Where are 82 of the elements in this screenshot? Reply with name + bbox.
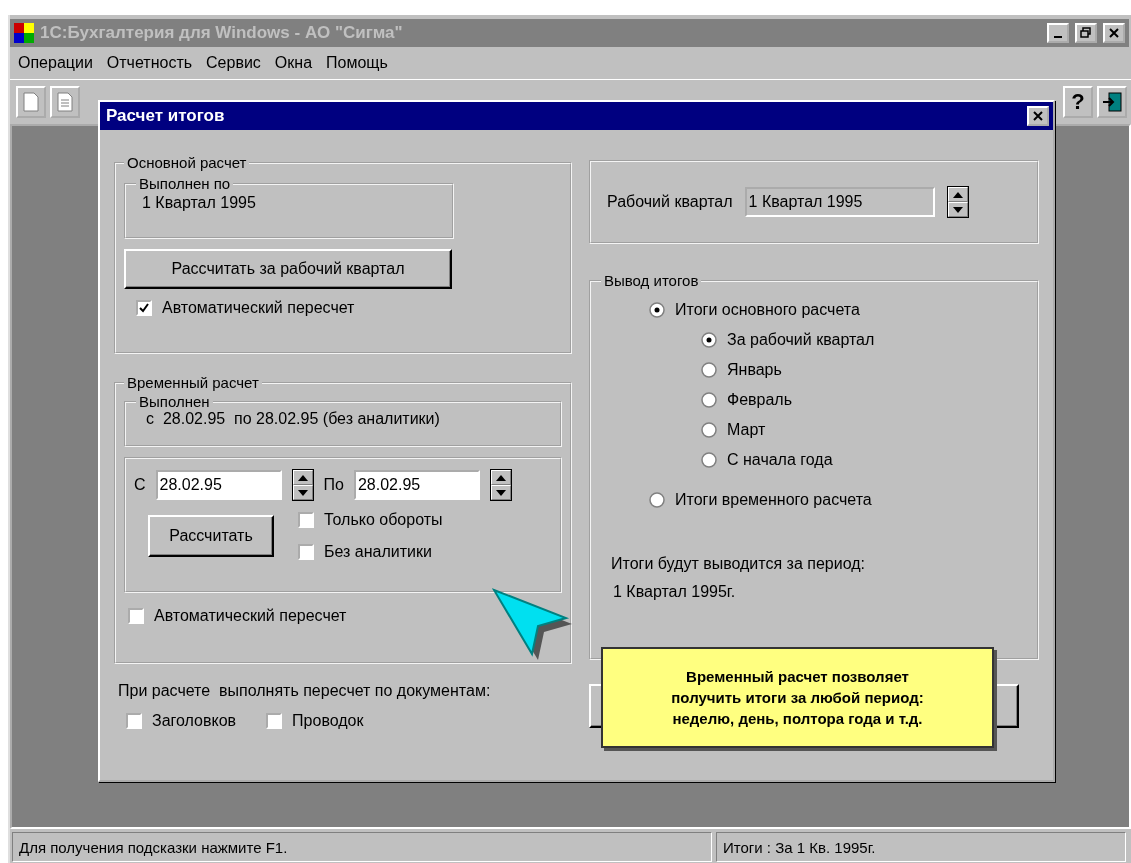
exit-button[interactable] [1097, 86, 1127, 118]
checkbox[interactable] [128, 608, 144, 624]
date-field[interactable]: 28.02.95 [353, 470, 480, 500]
status-text: Для получения подсказки нажмите F1. [12, 832, 712, 862]
radio-label: Февраль [727, 391, 793, 409]
group-title: Выполнен [138, 393, 211, 410]
checkbox[interactable] [136, 300, 152, 316]
radio-button[interactable] [701, 332, 717, 348]
up-triangle-icon [495, 474, 506, 481]
radio-label: Январь [727, 361, 782, 379]
spin-button[interactable] [946, 186, 969, 218]
dialog-title: Расчет итогов [106, 106, 226, 126]
menu-item[interactable]: Сервис [206, 54, 261, 72]
radio-button[interactable] [701, 392, 717, 408]
close-button[interactable] [1027, 106, 1049, 126]
checkbox-label: Без аналитики [324, 543, 432, 561]
status-value: с 28.02.95 по 28.02.95 (без аналитики) [145, 410, 441, 428]
radio-button[interactable] [701, 422, 717, 438]
checkbox[interactable] [298, 544, 314, 560]
tooltip-text: неделю, день, полтора года и т.д. [672, 709, 923, 729]
status-value: 1 Квартал 1995 [141, 193, 257, 213]
recalc-label: При расчете выполнять пересчет по документам: [117, 681, 492, 701]
checkbox-label: Автоматический пересчет [162, 299, 355, 317]
tooltip-text: Временный расчет позволяет [686, 667, 909, 687]
radio-label: Март [727, 421, 766, 439]
radio-button[interactable] [649, 302, 665, 318]
restore-icon [1080, 27, 1092, 39]
checkbox-label: Проводок [292, 712, 364, 730]
app-logo-icon [14, 23, 34, 43]
checkbox[interactable] [266, 713, 283, 729]
group-title: Вывод итогов [603, 272, 700, 289]
checkbox-label: Заголовков [152, 712, 237, 730]
quarter-field[interactable]: 1 Квартал 1995 [744, 187, 935, 217]
down-triangle-icon [952, 206, 963, 213]
window-title: 1С:Бухгалтерия для Windows - АО "Сигма" [40, 23, 404, 43]
close-button[interactable] [1103, 23, 1125, 43]
exit-icon [1101, 91, 1123, 113]
group-title: Выполнен по [138, 175, 232, 192]
radio-label: Итоги основного расчета [675, 301, 860, 319]
down-triangle-icon [297, 489, 308, 496]
group-title: Временный расчет [126, 374, 260, 391]
menu-item[interactable]: Операции [18, 54, 93, 72]
checkbox-label: Только обороты [324, 511, 443, 529]
field-label: Рабочий квартал [607, 193, 733, 211]
group-title: Основной расчет [126, 154, 248, 171]
radio-label: С начала года [727, 451, 833, 469]
field-label: С [134, 476, 146, 494]
calculate-quarter-button[interactable]: Рассчитать за рабочий квартал [124, 249, 452, 289]
close-icon [1109, 28, 1119, 38]
close-icon [1033, 111, 1043, 121]
status-text: Итоги : За 1 Кв. 1995г. [716, 832, 1126, 862]
document-icon [23, 92, 39, 112]
down-triangle-icon [495, 489, 506, 496]
new-document-button[interactable] [16, 86, 46, 118]
minimize-icon [1054, 36, 1062, 38]
text-document-icon [57, 92, 73, 112]
restore-button[interactable] [1075, 23, 1097, 43]
radio-label: За рабочий квартал [727, 331, 875, 349]
menu-item[interactable]: Отчетность [106, 54, 193, 72]
period-value: 1 Квартал 1995г. [612, 582, 737, 602]
check-icon [139, 303, 149, 313]
radio-button[interactable] [701, 452, 717, 468]
radio-button[interactable] [701, 362, 717, 378]
menu-item[interactable]: Окна [274, 54, 313, 72]
calculate-button[interactable]: Рассчитать [148, 515, 274, 557]
menu-item[interactable]: Помощь [326, 54, 388, 72]
tooltip-text: получить итоги за любой период: [671, 688, 924, 708]
radio-button[interactable] [649, 492, 665, 508]
help-button[interactable]: ? [1063, 86, 1093, 118]
checkbox[interactable] [126, 713, 142, 729]
radio-label: Итоги временного расчета [675, 491, 872, 509]
checkbox[interactable] [298, 512, 314, 528]
period-label: Итоги будут выводится за период: [610, 554, 866, 574]
spin-button[interactable] [489, 469, 512, 501]
up-triangle-icon [952, 191, 963, 198]
field-label: По [323, 476, 344, 494]
checkbox-label: Автоматический пересчет [154, 607, 347, 625]
spin-button[interactable] [291, 469, 314, 501]
minimize-button[interactable] [1047, 23, 1069, 43]
date-field[interactable]: 28.02.95 [155, 470, 282, 500]
document-button[interactable] [50, 86, 80, 118]
up-triangle-icon [297, 474, 308, 481]
